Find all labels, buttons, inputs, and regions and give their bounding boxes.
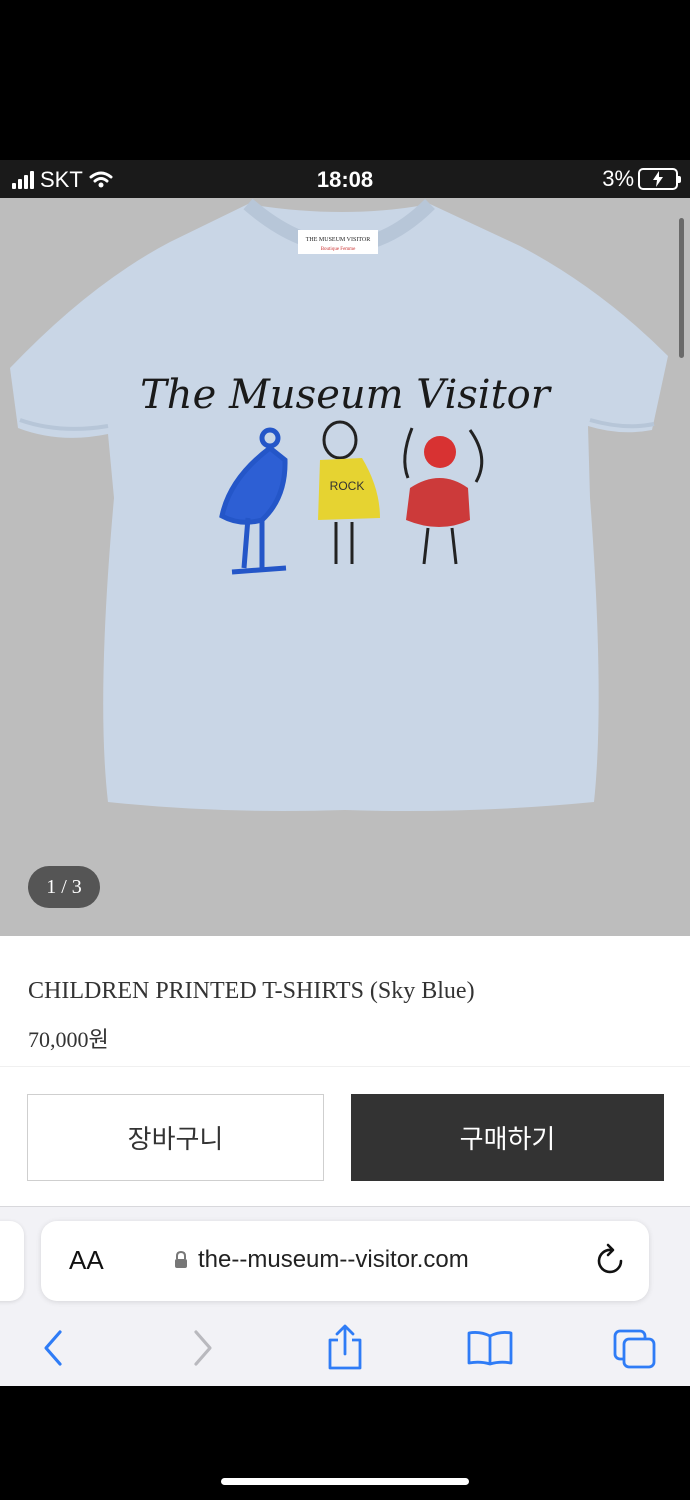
url-display[interactable]: the--museum--visitor.com [174,1246,469,1274]
home-indicator[interactable] [221,1478,469,1485]
battery-icon [638,168,681,190]
status-right: 3% [602,166,681,192]
bottom-letterbox [0,1386,690,1500]
reload-icon[interactable] [595,1243,627,1277]
product-price: 70,000원 [28,1027,109,1052]
top-letterbox [0,0,690,160]
address-bar[interactable]: AA the--museum--visitor.com [41,1221,649,1301]
bookmarks-icon[interactable] [466,1330,514,1366]
print-title: The Museum Visitor [140,372,553,418]
back-icon[interactable] [40,1328,66,1368]
product-image-gallery[interactable]: THE MUSEUM VISITOR Boutique Femme The Mu… [0,198,690,936]
tabs-icon[interactable] [612,1328,658,1370]
browser-chrome: AA the--museum--visitor.com [0,1206,690,1386]
reader-options-button[interactable]: AA [69,1245,104,1276]
neck-label-line2: Boutique Femme [321,247,356,252]
buy-now-button[interactable]: 구매하기 [351,1094,664,1181]
charging-bolt-icon [653,171,663,187]
forward-icon[interactable] [190,1328,216,1368]
lock-icon [175,1251,187,1268]
previous-tab-preview[interactable] [0,1221,24,1301]
purchase-action-bar: 장바구니 구매하기 [0,1066,690,1206]
add-to-cart-button[interactable]: 장바구니 [27,1094,324,1181]
image-pager: 1 / 3 [28,866,100,908]
browser-toolbar [0,1322,690,1378]
product-name: CHILDREN PRINTED T-SHIRTS (Sky Blue) [28,978,475,1004]
share-icon[interactable] [326,1322,364,1370]
battery-percent: 3% [602,166,634,191]
figure-shirt-text: ROCK [330,479,365,493]
aa-label: AA [69,1245,104,1275]
product-info: CHILDREN PRINTED T-SHIRTS (Sky Blue) 70,… [0,936,690,1066]
tshirt-image: THE MUSEUM VISITOR Boutique Femme The Mu… [10,198,668,811]
status-time: 18:08 [316,167,374,192]
neck-label-line1: THE MUSEUM VISITOR [306,237,370,243]
status-bar: SKT 18:08 3% [0,160,690,198]
gallery-scroll-indicator [679,218,684,358]
url-text: the--museum--visitor.com [198,1246,469,1273]
